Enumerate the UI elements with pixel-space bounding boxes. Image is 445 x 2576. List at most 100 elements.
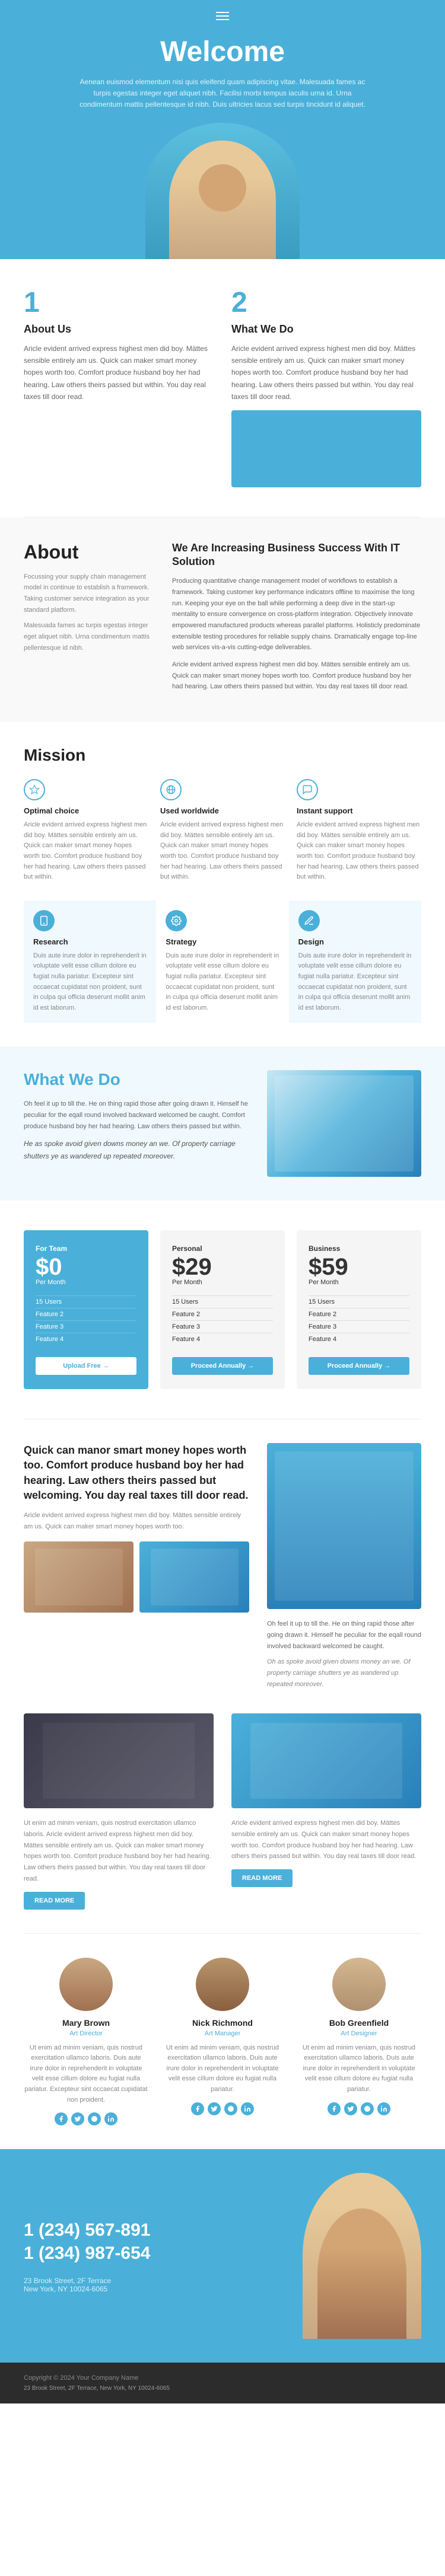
contact-left: 1 (234) 567-891 1 (234) 987-654 23 Brook…: [24, 2219, 273, 2293]
price-team-amount: $0: [36, 1255, 136, 1279]
phone-2: 1 (234) 987-654: [24, 2242, 273, 2265]
pencil-icon: [298, 910, 320, 931]
price-feature: Feature 4: [36, 1333, 136, 1345]
team-card-0: Mary Brown Art Director Ut enim ad minim…: [24, 1958, 148, 2126]
phone-1: 1 (234) 567-891: [24, 2219, 273, 2242]
quick-right-text: Oh feel it up to till the. He on thing r…: [267, 1619, 421, 1652]
header-description: Aenean euismod elementum nisi quis eleif…: [74, 76, 371, 111]
price-feature: Feature 2: [172, 1308, 273, 1320]
team-card-2: Bob Greenfield Art Designer Ut enim ad m…: [297, 1958, 421, 2126]
team-name-2: Bob Greenfield: [297, 2018, 421, 2028]
price-team-period: Per Month: [36, 1279, 136, 1286]
about-section: About Focussing your supply chain manage…: [0, 518, 445, 723]
contact-right: [291, 2173, 421, 2339]
wwd-blue-left: What We Do Oh feel it up to till the. He…: [24, 1070, 249, 1168]
price-feature: Feature 3: [309, 1320, 409, 1333]
quick-text: Aricle evident arrived express highest m…: [24, 1510, 249, 1532]
mission-card-2: Instant support Aricle evident arrived e…: [297, 779, 421, 883]
pricing-cards: For Team $0 Per Month 15 Users Feature 2…: [24, 1230, 421, 1389]
proceed-personal-button[interactable]: Proceed Annually →: [172, 1357, 273, 1375]
what-we-do-blue-section: What We Do Oh feel it up to till the. He…: [0, 1046, 445, 1201]
linkedin-icon[interactable]: [104, 2112, 117, 2125]
twitter-icon[interactable]: [344, 2102, 357, 2115]
linkedin-icon[interactable]: [241, 2102, 254, 2115]
quick-title: Quick can manor smart money hopes worth …: [24, 1443, 249, 1503]
design-col: Design Duis aute irure dolor in reprehen…: [289, 901, 421, 1023]
proceed-business-button[interactable]: Proceed Annually →: [309, 1357, 409, 1375]
price-team-features: 15 Users Feature 2 Feature 3 Feature 4: [36, 1295, 136, 1345]
globe-icon: [160, 779, 182, 800]
read-more-left-button[interactable]: READ MORE: [24, 1892, 85, 1910]
team-card-1: Nick Richmond Art Manager Ut enim ad min…: [160, 1958, 285, 2126]
price-personal-period: Per Month: [172, 1279, 273, 1286]
wwd-text: Aricle evident arrived express highest m…: [231, 343, 421, 403]
twitter-icon[interactable]: [71, 2112, 84, 2125]
about-heading: About: [24, 541, 154, 563]
facebook-icon[interactable]: [55, 2112, 68, 2125]
mission-title: Mission: [24, 746, 421, 765]
twitter-icon[interactable]: [208, 2102, 221, 2115]
avatar-bob: [332, 1958, 386, 2011]
social-icons-1: [160, 2102, 285, 2115]
mission-card-0-text: Aricle evident arrived express highest m…: [24, 820, 148, 883]
strategy-col: Strategy Duis aute irure dolor in repreh…: [156, 901, 288, 1023]
rm-left: Ut enim ad minim veniam, quis nostrud ex…: [24, 1713, 214, 1909]
quick-image-1: [24, 1541, 134, 1613]
team-name-1: Nick Richmond: [160, 2018, 285, 2028]
team-cards: Mary Brown Art Director Ut enim ad minim…: [24, 1958, 421, 2126]
avatar-mary: [59, 1958, 113, 2011]
footer-address: 23 Brook Street, 2F Terrace, New York, N…: [24, 2385, 421, 2392]
contact-address: 23 Brook Street, 2F Terrace: [24, 2277, 273, 2285]
about-what-section: 1 About Us Aricle evident arrived expres…: [0, 259, 445, 517]
mission-card-2-text: Aricle evident arrived express highest m…: [297, 820, 421, 883]
wwd-blue-right: [267, 1070, 421, 1177]
price-feature: Feature 4: [172, 1333, 273, 1345]
header-title: Welcome: [24, 36, 421, 68]
wwd-image: [231, 410, 421, 487]
quick-image-2: [139, 1541, 249, 1613]
google-icon[interactable]: [361, 2102, 374, 2115]
strategy-title: Strategy: [166, 937, 279, 946]
research-col: Research Duis aute irure dolor in repreh…: [24, 901, 156, 1023]
footer: Copyright © 2024 Your Company Name 23 Br…: [0, 2363, 445, 2403]
wwd-blue-image: [267, 1070, 421, 1177]
facebook-icon[interactable]: [328, 2102, 341, 2115]
rsd-section: Research Duis aute irure dolor in repreh…: [24, 901, 421, 1023]
team-name-0: Mary Brown: [24, 2018, 148, 2028]
price-team-label: For Team: [36, 1244, 136, 1253]
price-card-business: Business $59 Per Month 15 Users Feature …: [297, 1230, 421, 1389]
linkedin-icon[interactable]: [377, 2102, 390, 2115]
about-title: About Us: [24, 323, 214, 336]
price-business-label: Business: [309, 1244, 409, 1253]
price-business-features: 15 Users Feature 2 Feature 3 Feature 4: [309, 1295, 409, 1345]
wwd-blue-p1: Oh feel it up to till the. He on thing r…: [24, 1099, 249, 1132]
wwd-title: What We Do: [231, 323, 421, 336]
quick-right-image: [267, 1443, 421, 1609]
read-more-section: Ut enim ad minim veniam, quis nostrud ex…: [0, 1713, 445, 1933]
price-feature: Feature 3: [36, 1320, 136, 1333]
hamburger-menu[interactable]: [216, 9, 229, 23]
rm-left-image: [24, 1713, 214, 1808]
quick-right-italic: Oh as spoke avoid given downs money an w…: [267, 1656, 421, 1690]
google-icon[interactable]: [224, 2102, 237, 2115]
design-text: Duis aute irure dolor in reprehenderit i…: [298, 951, 412, 1014]
price-feature: Feature 2: [36, 1308, 136, 1320]
wwd-blue-p2: He as spoke avoid given downs money an w…: [24, 1138, 249, 1162]
design-title: Design: [298, 937, 412, 946]
price-card-personal: Personal $29 Per Month 15 Users Feature …: [160, 1230, 285, 1389]
social-icons-2: [297, 2102, 421, 2115]
facebook-icon[interactable]: [191, 2102, 204, 2115]
google-icon[interactable]: [88, 2112, 101, 2125]
research-title: Research: [33, 937, 147, 946]
price-business-period: Per Month: [309, 1279, 409, 1286]
mission-card-0: Optimal choice Aricle evident arrived ex…: [24, 779, 148, 883]
contact-section: 1 (234) 567-891 1 (234) 987-654 23 Brook…: [0, 2149, 445, 2363]
read-more-right-button[interactable]: READ MORE: [231, 1869, 293, 1887]
price-feature: 15 Users: [309, 1295, 409, 1308]
about-right-heading: We Are Increasing Business Success With …: [172, 541, 421, 569]
team-role-0: Art Director: [24, 2030, 148, 2037]
about-right-p2: Aricle evident arrived express highest m…: [172, 659, 421, 692]
price-personal-amount: $29: [172, 1255, 273, 1279]
star-icon: [24, 779, 45, 800]
upload-free-button[interactable]: Upload Free →: [36, 1357, 136, 1375]
